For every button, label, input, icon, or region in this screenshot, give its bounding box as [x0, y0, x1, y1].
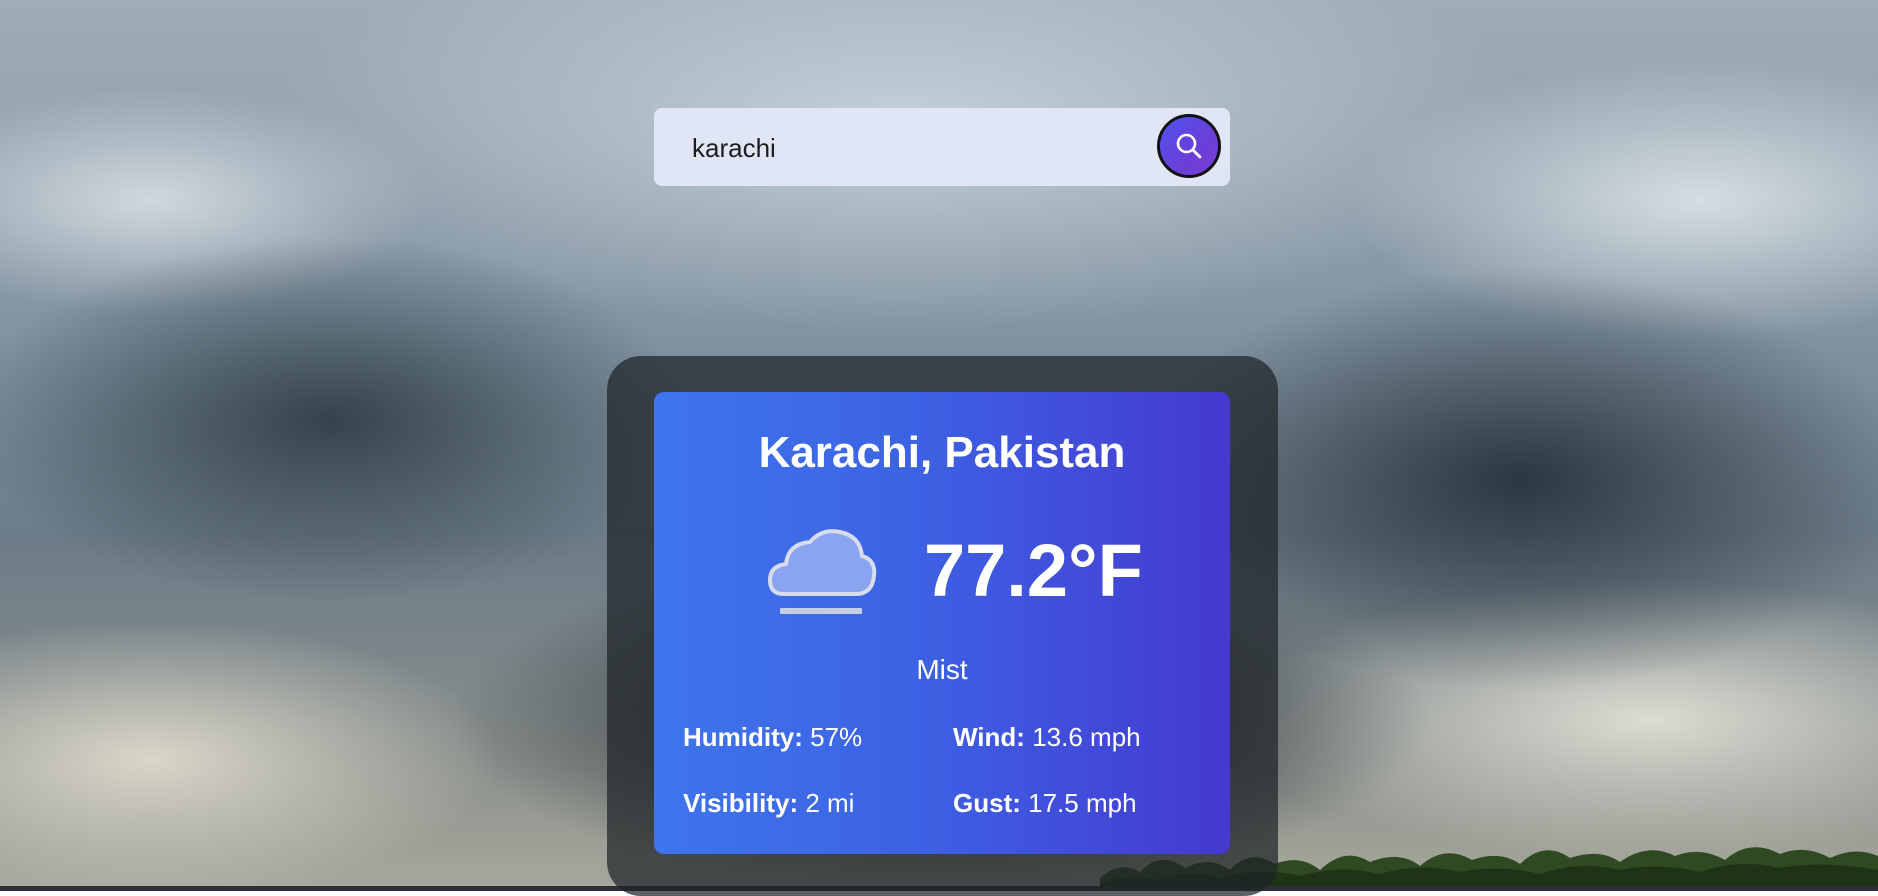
search-button[interactable]	[1157, 114, 1221, 178]
humidity-label: Humidity:	[683, 722, 803, 752]
weather-card: Karachi, Pakistan 77.2°F Mist Humidity: …	[654, 392, 1230, 854]
wind-label: Wind:	[953, 722, 1025, 752]
mist-cloud-icon	[768, 529, 877, 614]
visibility-value: 2 mi	[805, 788, 855, 818]
visibility-stat: Visibility: 2 mi	[683, 788, 854, 819]
search-bar	[654, 108, 1230, 186]
weather-condition: Mist	[916, 654, 968, 685]
gust-stat: Gust: 17.5 mph	[953, 788, 1137, 819]
location-title: Karachi, Pakistan	[758, 428, 1126, 477]
wind-stat: Wind: 13.6 mph	[953, 722, 1141, 753]
humidity-stat: Humidity: 57%	[683, 722, 862, 753]
gust-label: Gust:	[953, 788, 1021, 818]
search-input[interactable]	[690, 126, 1134, 170]
search-icon	[1176, 133, 1202, 159]
humidity-value: 57%	[810, 722, 863, 752]
visibility-label: Visibility:	[683, 788, 799, 818]
wind-value: 13.6 mph	[1032, 722, 1141, 752]
gust-value: 17.5 mph	[1028, 788, 1137, 818]
temperature: 77.2°F	[924, 529, 1143, 612]
